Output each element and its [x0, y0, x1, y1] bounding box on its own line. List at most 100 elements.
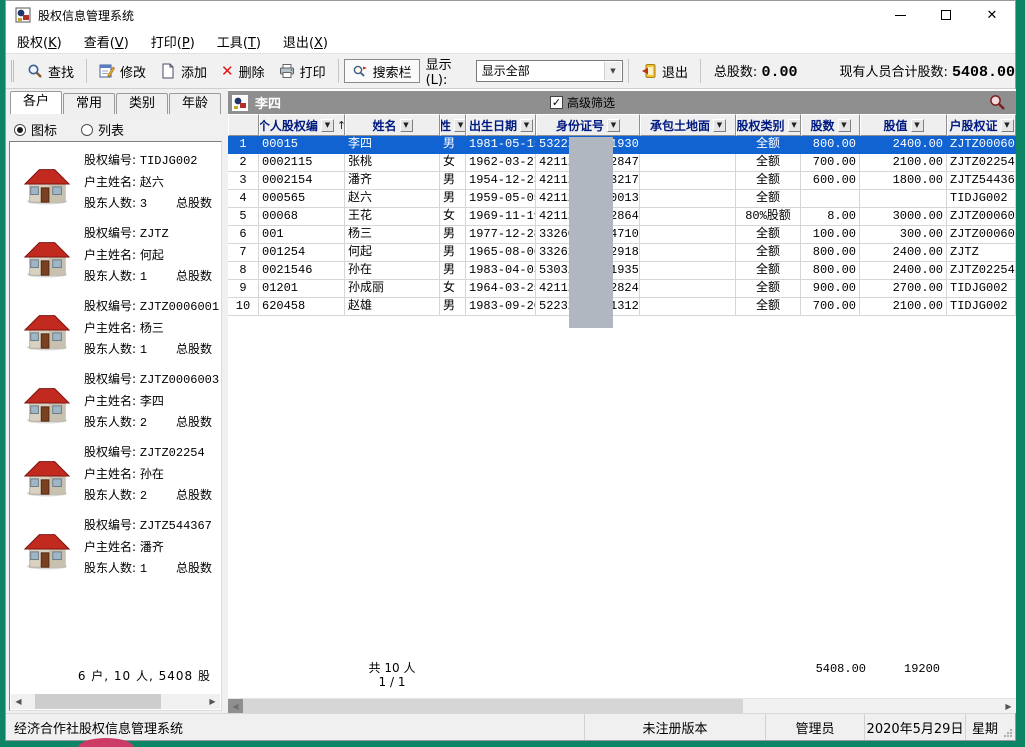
toolbar-separator [86, 59, 87, 83]
toolbar-separator [338, 59, 339, 83]
view-list-radio[interactable]: 列表 [81, 120, 124, 139]
table-row[interactable]: 80021546孙在男1983-04-03530321935全额800.0024… [228, 262, 1016, 280]
list-item[interactable]: 股权编号: ZJTZ0006003 户主姓名: 李四 股东人数: 2总股数 [12, 369, 222, 437]
tab-common[interactable]: 常用 [63, 93, 115, 114]
print-button[interactable]: 打印 [272, 58, 333, 84]
advanced-filter-checkbox[interactable]: 高级筛选 [550, 94, 615, 111]
col-shares[interactable]: 股数 [801, 114, 860, 136]
sum-value: 19200 [904, 662, 948, 676]
col-land[interactable]: 承包土地面 [640, 114, 736, 136]
menu-item-view[interactable]: 查看(V) [73, 32, 140, 51]
close-icon: ✕ [987, 8, 998, 23]
display-label: 显示(L): [426, 54, 472, 88]
table-row[interactable]: 20002115张桃女1962-03-27421122847全额700.0021… [228, 154, 1016, 172]
scroll-left-icon[interactable]: ◀ [11, 694, 26, 709]
toolbar-separator [700, 59, 701, 83]
search-bar-toggle[interactable]: 搜索栏 [344, 59, 420, 83]
household-list: 股权编号: TIDJG002 户主姓名: 赵六 股东人数: 3总股数 股权编号:… [9, 141, 222, 711]
col-name[interactable]: 姓名 [345, 114, 440, 136]
table-row[interactable]: 4000565赵六男1959-05-05421120013全额TIDJG002 [228, 190, 1016, 208]
col-type[interactable]: 股权类别 [736, 114, 801, 136]
maximize-button[interactable] [923, 1, 969, 29]
list-item[interactable]: 股权编号: TIDJG002 户主姓名: 赵六 股东人数: 3总股数 [12, 150, 222, 218]
table-row[interactable]: 7001254何起男1965-08-06332622918全额800.00240… [228, 244, 1016, 262]
record-title: 李四 [255, 93, 281, 112]
col-value[interactable]: 股值 [860, 114, 947, 136]
menu-item-print[interactable]: 打印(P) [140, 32, 206, 51]
scroll-right-icon[interactable]: ▶ [1001, 699, 1016, 714]
staff-total-shares: 现有人员合计股数: 5408.00 [839, 61, 1015, 81]
list-item[interactable]: 股权编号: ZJTZ0006001 户主姓名: 杨三 股东人数: 1总股数 [12, 296, 222, 364]
display-select[interactable]: 显示全部 ▼ [476, 60, 623, 82]
table-row[interactable]: 901201孙成丽女1964-03-25421122824全额900.00270… [228, 280, 1016, 298]
list-item[interactable]: 股权编号: ZJTZ544367 户主姓名: 潘齐 股东人数: 1总股数 [12, 515, 222, 583]
app-icon [15, 7, 31, 23]
sidebar: 各户 常用 类别 年龄 图标 列表 [6, 89, 225, 713]
table-row[interactable]: 500068王花女1969-11-1942112286480%股额8.00300… [228, 208, 1016, 226]
filter-icon[interactable] [713, 119, 726, 132]
view-icon-radio[interactable]: 图标 [14, 120, 57, 139]
maximize-icon [941, 10, 951, 20]
search-bar-icon [352, 63, 368, 79]
col-birth[interactable]: 出生日期 [466, 114, 536, 136]
col-code[interactable]: 个人股权编↑ [259, 114, 345, 136]
toolbar: 查找 修改 添加 ✕ 删除 打印 搜索栏 显示(L): 显示全部 ▼ [6, 53, 1015, 89]
resize-grip[interactable] [1003, 728, 1013, 738]
add-button[interactable]: 添加 [153, 58, 214, 84]
edit-icon [99, 63, 115, 79]
record-header-band: 李四 高级筛选 [228, 91, 1016, 114]
scrollbar-thumb[interactable] [35, 694, 161, 709]
people-total: 共 10 人 [346, 659, 438, 676]
filter-icon[interactable] [520, 119, 533, 132]
col-gender[interactable]: 性 [440, 114, 466, 136]
record-icon [232, 95, 248, 111]
band-search-icon[interactable] [988, 93, 1006, 111]
delete-icon: ✕ [221, 64, 234, 79]
filter-icon[interactable] [788, 119, 801, 132]
chevron-down-icon[interactable]: ▼ [604, 62, 621, 80]
filter-icon[interactable] [911, 119, 924, 132]
status-date: 2020年5月29日 [864, 714, 965, 740]
table-scrollbar[interactable]: ◀ ▶ [228, 698, 1016, 713]
printer-icon [279, 63, 295, 79]
col-id[interactable]: 身份证号 [536, 114, 640, 136]
menu-item-exit[interactable]: 退出(X) [272, 32, 339, 51]
status-bar: 经济合作社股权信息管理系统 未注册版本 管理员 2020年5月29日 星期 [6, 713, 1015, 740]
col-cert[interactable]: 户股权证 [947, 114, 1016, 136]
search-icon [27, 63, 43, 79]
list-item[interactable]: 股权编号: ZJTZ 户主姓名: 何起 股东人数: 1总股数 [12, 223, 222, 291]
menu-item-tools[interactable]: 工具(T) [206, 32, 272, 51]
tab-households[interactable]: 各户 [10, 91, 62, 114]
exit-icon [641, 63, 657, 79]
list-item[interactable]: 股权编号: ZJTZ02254 户主姓名: 孙在 股东人数: 2总股数 [12, 442, 222, 510]
filter-icon[interactable] [321, 119, 334, 132]
close-button[interactable]: ✕ [969, 1, 1015, 29]
menu-item-equity[interactable]: 股权(K) [6, 32, 73, 51]
filter-icon[interactable] [400, 119, 413, 132]
modify-button[interactable]: 修改 [92, 58, 153, 84]
filter-icon[interactable] [1001, 119, 1014, 132]
filter-icon[interactable] [454, 119, 466, 132]
table-row[interactable]: 6001杨三男1977-12-28332604710全额100.00300.00… [228, 226, 1016, 244]
table-row[interactable]: 10620458赵雄男1983-09-20522321312全额700.0021… [228, 298, 1016, 316]
tab-category[interactable]: 类别 [116, 93, 168, 114]
exit-button[interactable]: 退出 [634, 58, 695, 84]
table-row[interactable]: 100015李四男1981-05-15532221930全额800.002400… [228, 136, 1016, 154]
title-bar: 股权信息管理系统 ✕ [6, 1, 1015, 29]
filter-icon[interactable] [607, 119, 620, 132]
table-row[interactable]: 30002154潘齐男1954-12-23421123217全额600.0018… [228, 172, 1016, 190]
scroll-right-icon[interactable]: ▶ [205, 694, 220, 709]
minimize-button[interactable] [877, 1, 923, 29]
delete-button[interactable]: ✕ 删除 [214, 58, 272, 84]
desktop: { "window": { "title": "股权信息管理系统" }, "me… [0, 0, 1025, 747]
toolbar-grip [11, 60, 14, 82]
status-app-name: 经济合作社股权信息管理系统 [6, 714, 584, 740]
filter-icon[interactable] [838, 119, 851, 132]
toolbar-separator [628, 59, 629, 83]
scroll-left-icon[interactable]: ◀ [228, 699, 243, 714]
app-window: 股权信息管理系统 ✕ 股权(K) 查看(V) 打印(P) 工具(T) 退出(X)… [5, 0, 1016, 741]
find-button[interactable]: 查找 [20, 58, 81, 84]
tab-age[interactable]: 年龄 [169, 93, 221, 114]
sidebar-scrollbar[interactable]: ◀ ▶ [11, 694, 220, 709]
scrollbar-thumb[interactable] [243, 699, 743, 714]
